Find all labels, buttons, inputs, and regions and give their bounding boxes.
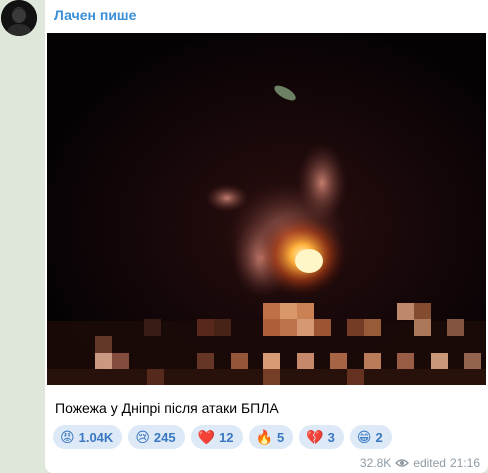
fire-icon: 🔥: [255, 429, 273, 445]
reaction-count: 5: [276, 429, 285, 445]
edited-label: edited: [413, 456, 446, 470]
red-heart-icon: ❤️: [197, 429, 216, 445]
post-time: 21:16: [449, 456, 480, 470]
enraged-face-icon: 😡: [60, 429, 75, 445]
reaction-heart[interactable]: ❤️ 12: [190, 425, 243, 449]
reaction-grinning[interactable]: 😁 2: [349, 425, 392, 449]
crying-face-icon: 😢: [135, 429, 150, 445]
post-photo[interactable]: [47, 33, 486, 385]
channel-name[interactable]: Лачен пише: [54, 7, 136, 23]
reaction-enraged[interactable]: 😡 1.04K: [53, 425, 123, 449]
reaction-crying[interactable]: 😢 245: [128, 425, 185, 449]
reaction-count: 3: [327, 429, 335, 445]
reaction-count: 12: [219, 429, 234, 445]
person-avatar-icon: [1, 0, 37, 36]
view-count: 32.8K: [359, 456, 392, 470]
reactions-bar: 😡 1.04K 😢 245 ❤️ 12 🔥 5 💔 3 😁 2: [53, 425, 392, 449]
reaction-count: 1.04K: [78, 429, 114, 445]
eye-icon: [395, 459, 410, 467]
grinning-face-icon: 😁: [356, 429, 372, 445]
reaction-broken-heart[interactable]: 💔 3: [299, 425, 344, 449]
broken-heart-icon: 💔: [306, 429, 324, 445]
reaction-fire[interactable]: 🔥 5: [248, 425, 294, 449]
post-meta: 32.8K edited 21:16: [360, 456, 480, 470]
post-caption: Пожежа у Дніпрі після атаки БПЛА: [55, 400, 279, 416]
reaction-count: 2: [375, 429, 383, 445]
photo-icon: [47, 33, 486, 385]
channel-avatar[interactable]: [1, 0, 37, 36]
reaction-count: 245: [153, 429, 176, 445]
message-bubble: Лачен пише Пожежа у Дніпрі після атаки Б…: [45, 0, 488, 473]
